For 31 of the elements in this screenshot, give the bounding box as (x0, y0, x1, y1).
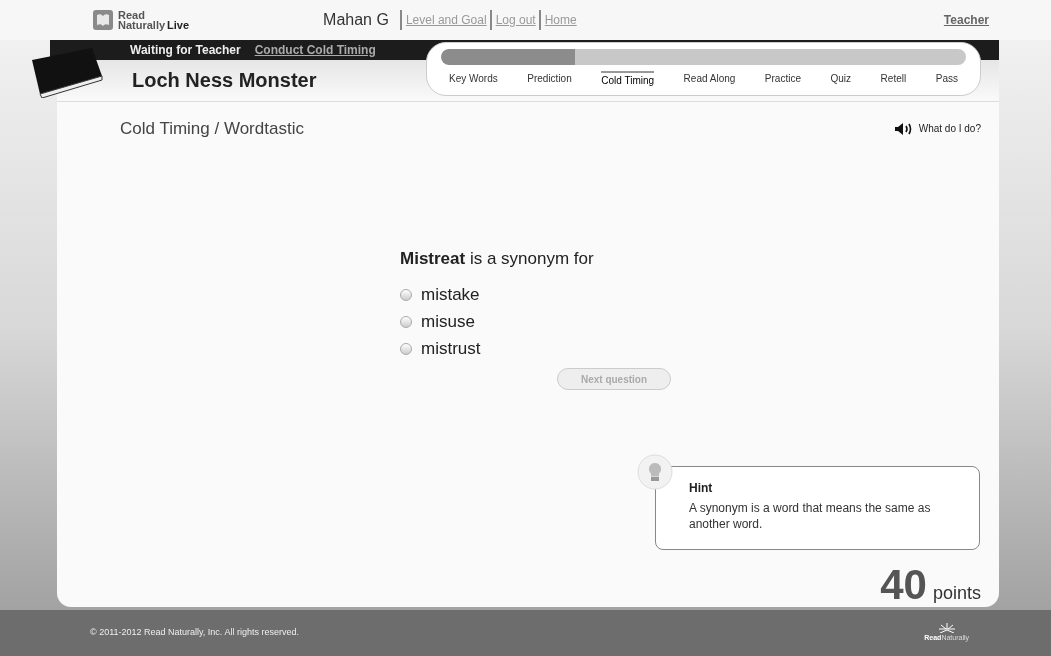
logo-text: Live (167, 20, 190, 30)
story-title: Loch Ness Monster (132, 68, 317, 93)
progress-step[interactable]: Pass (935, 71, 958, 88)
question-prompt: Mistreat is a synonym for (400, 247, 595, 270)
copyright-text: © 2011-2012 Read Naturally, Inc. All rights reserved. (90, 626, 299, 640)
score-label: points (932, 582, 981, 605)
answer-option[interactable]: mistrust (400, 335, 999, 362)
hint-title: Hint (689, 480, 714, 497)
progress-step[interactable]: Cold Timing (601, 71, 655, 88)
book-logo-icon (92, 9, 114, 31)
sun-book-icon (937, 622, 956, 633)
logo-text: Read (118, 10, 146, 20)
hint-text: A synonym is a word that means the same as another word. (689, 500, 932, 532)
teacher-link[interactable]: Teacher (943, 11, 989, 29)
answer-option[interactable]: misuse (400, 308, 999, 335)
help-link[interactable]: What do I do? (894, 121, 981, 137)
speaker-icon (894, 122, 913, 135)
answer-option[interactable]: mistake (400, 281, 999, 308)
progress-step[interactable]: Retell (880, 71, 907, 88)
lightbulb-icon (637, 454, 673, 490)
score-value: 40 (880, 564, 927, 606)
progress-step[interactable]: Key Words (449, 71, 498, 88)
user-name: Mahan G (323, 10, 389, 30)
status-text: Waiting for Teacher (130, 42, 241, 59)
progress-step[interactable]: Practice (764, 71, 801, 88)
logo-text: Naturally (118, 20, 166, 30)
progress-step[interactable]: Quiz (830, 71, 852, 88)
progress-step[interactable]: Prediction (527, 71, 572, 88)
progress-step[interactable]: Read Along (683, 71, 736, 88)
section-title: Cold Timing / Wordtastic (120, 118, 304, 140)
cold-timing-link[interactable]: Conduct Cold Timing (254, 41, 376, 59)
